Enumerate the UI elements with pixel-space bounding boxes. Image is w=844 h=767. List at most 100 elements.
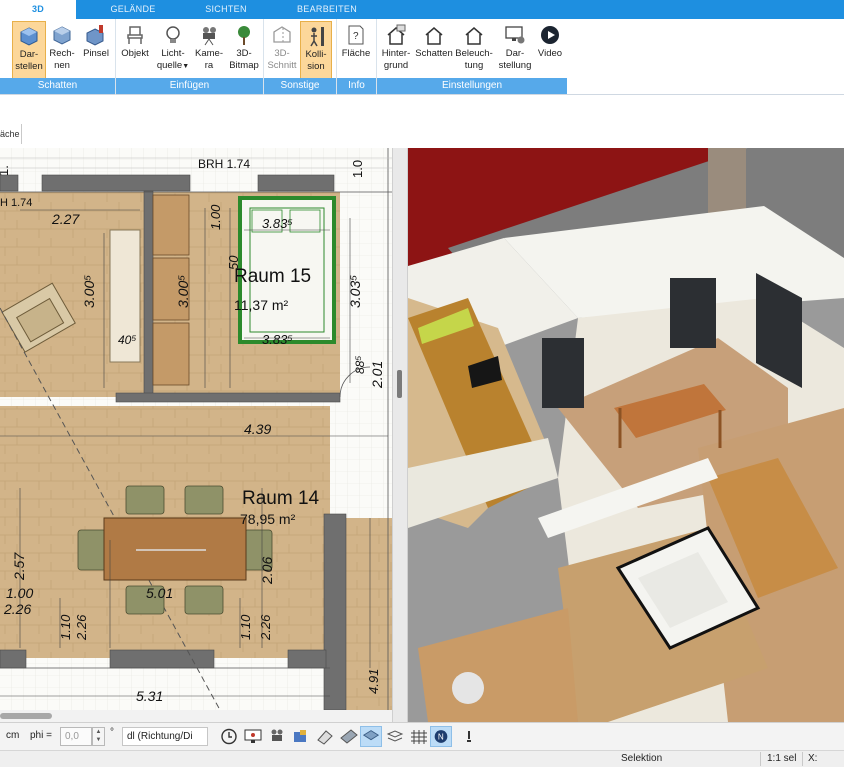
dim-405: 40⁵ <box>118 333 136 347</box>
section-cut-icon <box>273 26 291 43</box>
tree-icon <box>238 26 250 45</box>
degree-label: ° <box>110 727 114 738</box>
cube-render-icon <box>20 27 38 46</box>
status-separator <box>760 752 761 766</box>
eraser-icon[interactable] <box>314 726 336 747</box>
unit-label: cm <box>6 730 20 741</box>
status-x-coordinate: X: <box>808 753 818 764</box>
group-label-schatten: Schatten <box>0 78 115 94</box>
chevron-up-icon: ▲ <box>95 729 102 735</box>
status-selection: 1:1 sel <box>767 753 797 764</box>
lichtquelle-button[interactable]: Licht-quelle▼ <box>155 21 191 79</box>
movie-camera-icon <box>203 27 216 46</box>
monitor-settings-icon <box>505 26 525 44</box>
house-shadow-icon <box>425 27 443 45</box>
rechnen-button[interactable]: Rech-nen <box>47 21 77 79</box>
dropdown-arrow-icon: ▼ <box>182 63 190 70</box>
room14-area: 78,95 m² <box>240 511 296 527</box>
brh-top-label: BRH 1.74 <box>198 157 250 171</box>
person-wall-icon <box>310 27 324 47</box>
ruler-icon[interactable] <box>338 726 360 747</box>
bottom-toolbar: cm phi = 0,0 ▲ ▼ ° dl (Richtung/Di N <box>0 722 844 750</box>
dim-439: 4.39 <box>244 421 271 437</box>
svg-text:?: ? <box>353 31 359 42</box>
room14-name: Raum 14 <box>242 488 320 509</box>
ribbon: Dar-stellen Rech-nen Pinsel Objekt Licht… <box>0 19 844 95</box>
horizontal-scrollbar[interactable] <box>0 710 392 722</box>
schnitt-button[interactable]: 3D- Schnitt <box>266 21 298 79</box>
scrollbar-thumb[interactable] <box>0 713 52 719</box>
chevron-down-icon: ▼ <box>95 737 102 743</box>
monitor-icon[interactable] <box>242 726 264 747</box>
play-icon <box>541 26 559 44</box>
group-label-einfuegen: Einfügen <box>116 78 263 94</box>
kollision-button[interactable]: Kolli-sion <box>300 21 332 79</box>
stack-icon[interactable] <box>384 726 406 747</box>
tab-sichten[interactable]: SICHTEN <box>196 0 256 19</box>
north-icon[interactable]: N <box>430 726 452 747</box>
kamera-button[interactable]: Kame-ra <box>193 21 225 79</box>
brh-left-label: H 1.74 <box>0 197 32 209</box>
floor-plan-canvas: BRH 1.74 H 1.74 2.27 3.00⁵ 40⁵ 1.00 50 3… <box>0 148 392 710</box>
splitter[interactable] <box>392 148 408 722</box>
dim-206: 2.06 <box>259 557 275 585</box>
dim-226-a: 2.26 <box>74 614 89 641</box>
dim-3005-left: 3.00⁵ <box>81 275 97 308</box>
direction-select[interactable]: dl (Richtung/Di <box>122 727 208 746</box>
phi-input[interactable]: 0,0 <box>60 727 92 746</box>
3d-view[interactable] <box>408 148 844 722</box>
tab-bearbeiten[interactable]: BEARBEITEN <box>292 0 362 19</box>
ribbon-tab-bar: 3D GELÄNDE SICHTEN BEARBEITEN <box>0 0 844 19</box>
flaeche-button[interactable]: ? Fläche <box>339 21 373 79</box>
beleuchtung-button[interactable]: Beleuch-tung <box>454 21 494 79</box>
phi-stepper[interactable]: ▲ ▼ <box>92 727 105 746</box>
group-label-sonstige: Sonstige <box>264 78 336 94</box>
dim-885: 88⁵ <box>353 356 367 374</box>
dim-226-b: 2.26 <box>258 614 273 641</box>
chair-icon <box>127 26 143 44</box>
lightbulb-icon <box>166 26 180 43</box>
status-mode: Selektion <box>621 753 663 764</box>
group-label-einstellungen: Einstellungen <box>377 78 567 94</box>
dim-227: 2.27 <box>51 211 80 227</box>
dim-top-left: 1. <box>0 165 11 176</box>
group-label-info: Info <box>337 78 376 94</box>
objekt-button[interactable]: Objekt <box>118 21 152 79</box>
splitter-grip[interactable] <box>397 370 402 398</box>
dim-3835-top: 3.83⁵ <box>262 216 293 231</box>
darstellung-button[interactable]: Dar-stellung <box>496 21 534 79</box>
hintergrund-button[interactable]: Hinter-grund <box>378 21 414 79</box>
grid-icon[interactable] <box>408 726 430 747</box>
video-button[interactable]: Video <box>534 21 566 79</box>
toolbar-area <box>0 96 844 148</box>
camera-icon[interactable] <box>266 726 288 747</box>
clock-icon[interactable] <box>218 726 240 747</box>
status-bar: Selektion 1:1 sel X: <box>0 750 844 767</box>
dim-110-a: 1.10 <box>58 614 73 640</box>
floor-plan-view[interactable]: BRH 1.74 H 1.74 2.27 3.00⁵ 40⁵ 1.00 50 3… <box>0 148 392 710</box>
status-separator <box>802 752 803 766</box>
dim-3835-bot: 3.83⁵ <box>262 332 293 347</box>
dim-531: 5.31 <box>136 688 163 704</box>
dim-201: 2.01 <box>369 361 385 389</box>
room15-area: 11,37 m² <box>234 297 289 313</box>
tab-3d[interactable]: 3D <box>0 0 76 19</box>
pinsel-button[interactable]: Pinsel <box>80 21 112 79</box>
pin-icon[interactable] <box>458 726 480 747</box>
dim-3035: 3.03⁵ <box>347 275 363 308</box>
dim-100-top: 1.00 <box>208 204 223 230</box>
layers-icon[interactable] <box>360 726 382 747</box>
tab-gelaende[interactable]: GELÄNDE <box>98 0 168 19</box>
cube-calc-icon <box>53 26 71 45</box>
dim-226-left: 2.26 <box>3 601 31 617</box>
house-light-icon <box>465 27 483 45</box>
palette-icon[interactable] <box>290 726 312 747</box>
dim-501: 5.01 <box>146 585 173 601</box>
3d-render <box>408 148 844 722</box>
darstellen-button[interactable]: Dar-stellen <box>12 21 46 79</box>
bitmap-button[interactable]: 3D- Bitmap <box>227 21 261 79</box>
schatten-button[interactable]: Schatten <box>414 21 454 79</box>
document-tab[interactable]: äche <box>0 124 22 144</box>
dim-257: 2.57 <box>11 552 27 581</box>
phi-label: phi = <box>30 730 52 741</box>
